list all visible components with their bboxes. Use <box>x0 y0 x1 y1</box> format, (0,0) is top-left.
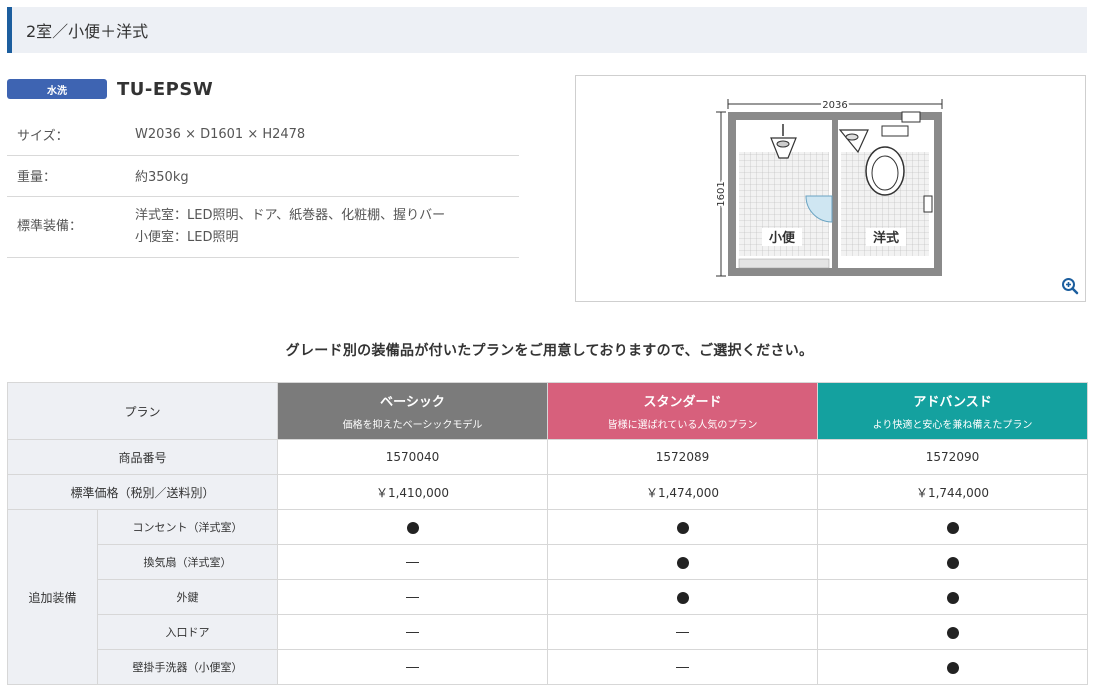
floor-plan[interactable]: 2036 1601 小便 洋式 <box>575 75 1086 302</box>
option-row: 外鍵 <box>8 579 1089 615</box>
option-mark <box>547 509 819 545</box>
grade-name: アドバンスド <box>913 395 992 410</box>
included-dot-icon <box>946 626 959 639</box>
options-label: 追加装備 <box>7 509 98 685</box>
room-label-western: 洋式 <box>873 230 899 246</box>
grade-desc: 価格を抑えたベーシックモデル <box>342 420 483 431</box>
spec-row-size: サイズ： W2036 × D1601 × H2478 <box>7 114 519 156</box>
grade-table: プラン ベーシック 価格を抑えたベーシックモデル スタンダード 皆様に選ばれてい… <box>6 382 1089 685</box>
section-header: 2室／小便＋洋式 <box>7 7 1087 53</box>
included-dot-icon <box>676 556 689 569</box>
option-row: 換気扇（洋式室） <box>8 544 1089 580</box>
included-dot-icon <box>676 521 689 534</box>
included-dot-icon <box>676 591 689 604</box>
not-available-dash-icon <box>676 667 690 668</box>
option-mark <box>547 579 819 615</box>
option-mark <box>817 509 1089 545</box>
spec-key: 標準装備： <box>7 196 125 258</box>
depth-dimension: 1601 <box>716 181 727 206</box>
spec-value: 約350kg <box>125 155 519 197</box>
price-row: 標準価格（税別／送料別） ￥1,410,000 ￥1,474,000 ￥1,74… <box>6 474 1089 510</box>
grade-desc: より快適と安心を兼ね備えたプラン <box>872 420 1033 431</box>
included-dot-icon <box>946 591 959 604</box>
included-dot-icon <box>406 521 419 534</box>
option-row: 壁掛手洗器（小便室） <box>8 649 1089 685</box>
product-number: 1572089 <box>547 439 819 475</box>
model-name: TU-EPSW <box>117 78 214 100</box>
option-mark <box>547 649 819 685</box>
option-name: コンセント（洋式室） <box>96 509 279 545</box>
spec-value: 洋式室：LED照明、ドア、紙巻器、化粧棚、握りバー 小便室：LED照明 <box>125 196 519 258</box>
option-name: 入口ドア <box>96 614 279 650</box>
option-mark <box>277 614 549 650</box>
spec-key: サイズ： <box>7 114 125 156</box>
option-name: 外鍵 <box>96 579 279 615</box>
price-label: 標準価格（税別／送料別） <box>6 474 279 510</box>
spec-table: サイズ： W2036 × D1601 × H2478 重量： 約350kg 標準… <box>7 114 519 258</box>
product-number-label: 商品番号 <box>6 439 279 475</box>
option-mark <box>277 544 549 580</box>
spec-row-equipment: 標準装備： 洋式室：LED照明、ドア、紙巻器、化粧棚、握りバー 小便室：LED照… <box>7 196 519 258</box>
grade-desc: 皆様に選ばれている人気のプラン <box>607 420 758 431</box>
option-mark <box>817 544 1089 580</box>
included-dot-icon <box>946 521 959 534</box>
not-available-dash-icon <box>406 597 420 598</box>
option-mark <box>547 614 819 650</box>
price: ￥1,474,000 <box>547 474 819 510</box>
option-mark <box>817 614 1089 650</box>
product-number: 1572090 <box>817 439 1089 475</box>
product-number-row: 商品番号 1570040 1572089 1572090 <box>6 439 1089 475</box>
spec-value-line: 小便室：LED照明 <box>135 229 239 245</box>
grade-header-row: プラン ベーシック 価格を抑えたベーシックモデル スタンダード 皆様に選ばれてい… <box>6 382 1089 440</box>
grade-name: スタンダード <box>643 395 722 410</box>
zoom-in-icon[interactable] <box>1061 277 1079 295</box>
spec-value-line: 洋式室：LED照明、ドア、紙巻器、化粧棚、握りバー <box>135 207 446 223</box>
room-label-urinal: 小便 <box>769 230 796 246</box>
option-row: 入口ドア <box>8 614 1089 650</box>
not-available-dash-icon <box>406 632 420 633</box>
grade-standard: スタンダード 皆様に選ばれている人気のプラン <box>547 382 819 440</box>
spec-value: W2036 × D1601 × H2478 <box>125 114 519 156</box>
product-spec: 水洗 TU-EPSW サイズ： W2036 × D1601 × H2478 重量… <box>7 74 519 258</box>
product-number: 1570040 <box>277 439 549 475</box>
plan-lead-text: グレード別の装備品が付いたプランをご用意しておりますので、ご選択ください。 <box>285 343 814 359</box>
price: ￥1,410,000 <box>277 474 549 510</box>
not-available-dash-icon <box>406 667 420 668</box>
option-mark <box>277 649 549 685</box>
not-available-dash-icon <box>676 632 690 633</box>
option-row: 追加装備 コンセント（洋式室） <box>7 509 1089 685</box>
option-mark <box>547 544 819 580</box>
option-mark <box>277 579 549 615</box>
option-name: 壁掛手洗器（小便室） <box>96 649 279 685</box>
not-available-dash-icon <box>406 562 420 563</box>
spec-row-weight: 重量： 約350kg <box>7 155 519 197</box>
grade-name: ベーシック <box>380 395 445 410</box>
price: ￥1,744,000 <box>817 474 1089 510</box>
plan-label: プラン <box>6 382 279 440</box>
option-mark <box>817 649 1089 685</box>
grade-advanced: アドバンスド より快適と安心を兼ね備えたプラン <box>817 382 1089 440</box>
floor-plan-drawing: 2036 1601 小便 洋式 <box>714 98 943 277</box>
width-dimension: 2036 <box>822 100 847 111</box>
grade-basic: ベーシック 価格を抑えたベーシックモデル <box>277 382 549 440</box>
spec-key: 重量： <box>7 155 125 197</box>
option-name: 換気扇（洋式室） <box>96 544 279 580</box>
option-mark <box>277 509 549 545</box>
included-dot-icon <box>946 556 959 569</box>
section-title: 2室／小便＋洋式 <box>26 22 149 41</box>
option-mark <box>817 579 1089 615</box>
type-badge: 水洗 <box>7 79 107 99</box>
included-dot-icon <box>946 661 959 674</box>
